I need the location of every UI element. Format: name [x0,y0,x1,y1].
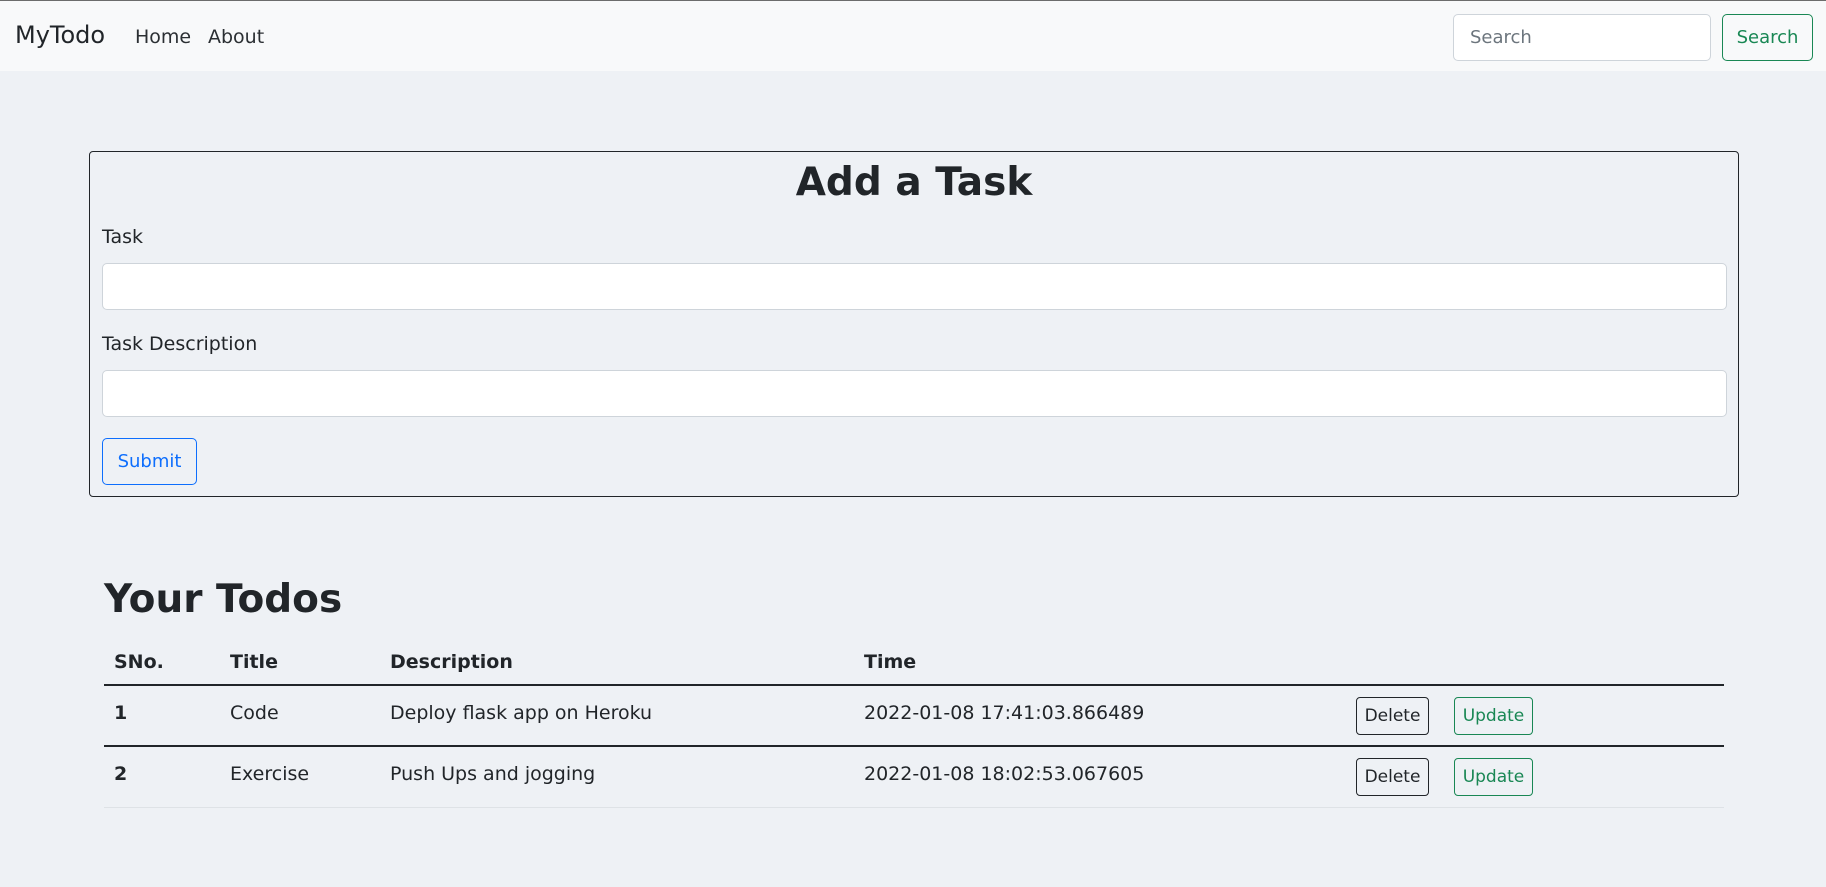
brand-logo[interactable]: MyTodo [15,21,105,49]
row-title: Exercise [230,763,310,785]
row-time: 2022-01-08 18:02:53.067605 [864,763,1145,785]
add-task-form: Add a Task Task Task Description Submit [89,151,1739,497]
update-button[interactable]: Update [1454,697,1533,735]
row-description: Deploy flask app on Heroku [390,702,653,724]
task-description-input[interactable] [102,370,1727,417]
todos-table: SNo. Title Description Time 1 Code Deplo… [104,644,1724,808]
todos-title: Your Todos [104,577,343,622]
task-label: Task [102,226,144,248]
delete-button[interactable]: Delete [1356,697,1429,735]
delete-button[interactable]: Delete [1356,758,1429,796]
navbar: MyTodo Home About Search [0,0,1826,71]
update-button[interactable]: Update [1454,758,1533,796]
submit-button[interactable]: Submit [102,438,197,485]
table-row: 1 Code Deploy flask app on Heroku 2022-0… [104,686,1724,747]
row-description: Push Ups and jogging [390,763,596,785]
column-header-description: Description [390,651,513,673]
search-button[interactable]: Search [1722,14,1813,61]
task-description-label: Task Description [102,333,258,355]
row-time: 2022-01-08 17:41:03.866489 [864,702,1145,724]
task-input[interactable] [102,263,1727,310]
form-title: Add a Task [795,160,1033,205]
table-row: 2 Exercise Push Ups and jogging 2022-01-… [104,747,1724,808]
row-title: Code [230,702,279,724]
row-sno: 1 [114,702,128,724]
search-input[interactable] [1453,14,1711,61]
nav-link-about[interactable]: About [208,26,264,48]
row-sno: 2 [114,763,128,785]
nav-link-home[interactable]: Home [135,26,191,48]
table-header: SNo. Title Description Time [104,644,1724,686]
column-header-title: Title [230,651,278,673]
column-header-sno: SNo. [114,651,164,673]
column-header-time: Time [864,651,917,673]
